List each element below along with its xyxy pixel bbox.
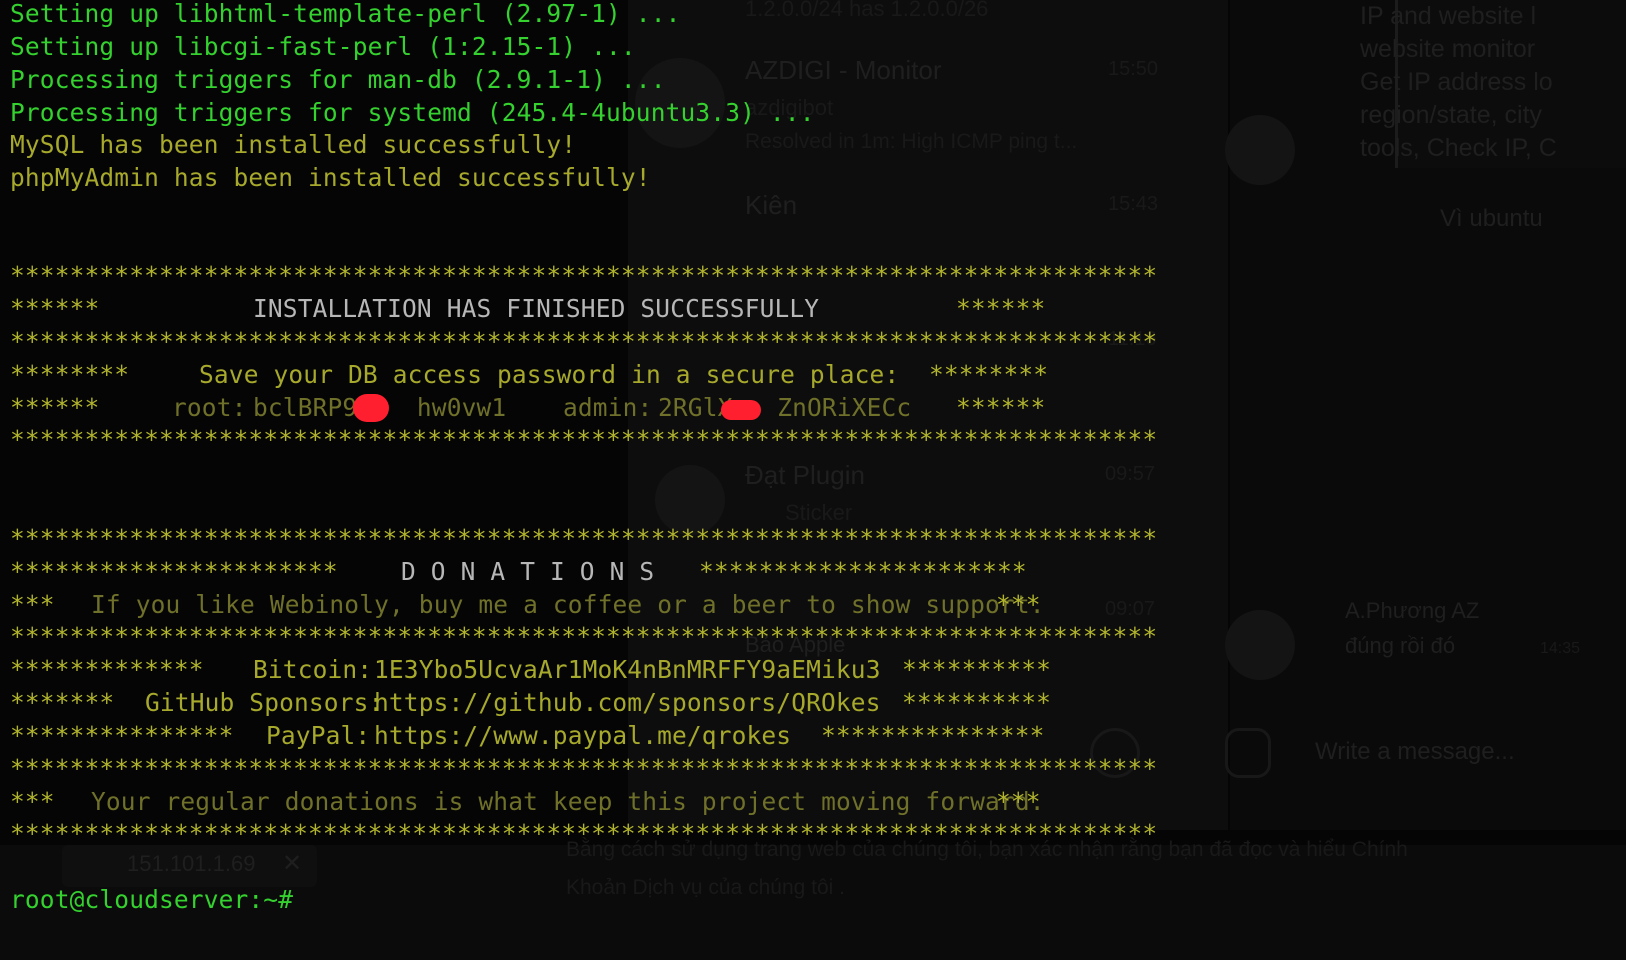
stars-right: ***	[996, 590, 1041, 619]
install-title: INSTALLATION HAS FINISHED SUCCESSFULLY	[253, 294, 820, 323]
terminal-line: Processing triggers for systemd (245.4-4…	[10, 98, 815, 127]
paypal-url: https://www.paypal.me/qrokes	[374, 721, 792, 750]
redaction-mark	[353, 394, 389, 422]
terminal-window[interactable]: Setting up libhtml-template-perl (2.97-1…	[0, 0, 1626, 960]
admin-label: admin:	[563, 393, 653, 422]
stars-right: ***	[996, 787, 1041, 816]
stars-divider: ****************************************…	[10, 819, 1158, 848]
stars-left: ***************	[10, 721, 234, 750]
stars-right: **********************	[699, 557, 1027, 586]
stars-left: ********	[10, 360, 130, 389]
terminal-line: Setting up libhtml-template-perl (2.97-1…	[10, 0, 681, 28]
github-url: https://github.com/sponsors/QROkes	[374, 688, 881, 717]
stars-right: ******	[956, 393, 1046, 422]
paypal-label: PayPal:	[266, 721, 371, 750]
stars-left: *************	[10, 655, 204, 684]
bitcoin-label: Bitcoin:	[253, 655, 373, 684]
stars-divider: ****************************************…	[10, 524, 1158, 553]
stars-right: **********	[902, 655, 1052, 684]
stars-left: ******	[10, 393, 100, 422]
admin-password: 2RGlX ZnORiXECc	[658, 393, 912, 422]
stars-divider: ****************************************…	[10, 754, 1158, 783]
bitcoin-address: 1E3Ybo5UcvaAr1MoK4nBnMRFFY9aEMiku3	[374, 655, 881, 684]
regular-donations-message: Your regular donations is what keep this…	[91, 787, 1045, 816]
stars-right: ********	[929, 360, 1049, 389]
terminal-line: Processing triggers for man-db (2.9.1-1)…	[10, 65, 666, 94]
terminal-line: MySQL has been installed successfully!	[10, 130, 577, 159]
terminal-line: Setting up libcgi-fast-perl (1:2.15-1) .…	[10, 32, 636, 61]
shell-prompt[interactable]: root@cloudserver:~#	[10, 883, 293, 917]
save-password-text: Save your DB access password in a secure…	[199, 360, 900, 389]
stars-left: ******	[10, 294, 100, 323]
stars-divider: ****************************************…	[10, 622, 1158, 651]
redaction-mark	[721, 400, 761, 420]
root-label: root:	[172, 393, 247, 422]
stars-right: ***************	[821, 721, 1045, 750]
github-label: GitHub Sponsors:	[145, 688, 384, 717]
stars-left: **********************	[10, 557, 338, 586]
stars-left: ***	[10, 787, 55, 816]
stars-left: ***	[10, 590, 55, 619]
stars-right: **********	[902, 688, 1052, 717]
donations-title: D O N A T I O N S	[401, 557, 655, 586]
terminal-line: phpMyAdmin has been installed successful…	[10, 163, 651, 192]
stars-divider: ****************************************…	[10, 327, 1158, 356]
donation-message: If you like Webinoly, buy me a coffee or…	[91, 590, 1045, 619]
stars-right: ******	[956, 294, 1046, 323]
stars-divider: ****************************************…	[10, 261, 1158, 290]
stars-divider: ****************************************…	[10, 425, 1158, 454]
stars-left: *******	[10, 688, 115, 717]
